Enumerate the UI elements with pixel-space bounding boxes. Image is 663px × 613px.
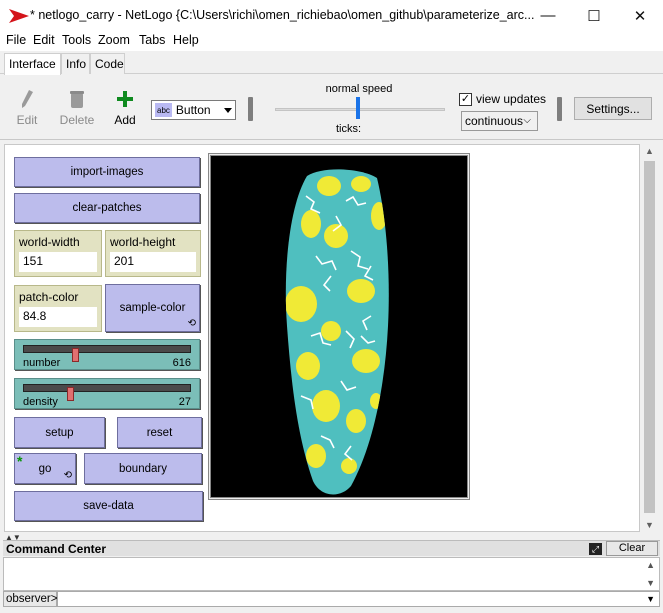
patch-color-label: patch-color	[19, 290, 79, 304]
speed-label: normal speed	[325, 83, 393, 95]
tab-strip: Interface Info Code	[0, 53, 663, 75]
import-images-button[interactable]: import-images	[14, 157, 200, 187]
boundary-label: boundary	[119, 462, 167, 475]
number-slider[interactable]: number 616	[14, 339, 200, 370]
toolbar-separator	[248, 97, 253, 121]
toolbar-separator	[557, 97, 562, 121]
density-slider[interactable]: density 27	[14, 378, 200, 409]
interface-toolbar: Edit Delete Add abc Button normal speed …	[0, 75, 663, 140]
go-button[interactable]: * go ⟲	[14, 453, 76, 484]
number-slider-track[interactable]	[23, 345, 191, 362]
caret-down-icon	[224, 108, 232, 113]
command-output-area[interactable]: ▲ ▼	[3, 557, 660, 591]
command-center-header: Command Center ⤢ Clear	[3, 540, 660, 556]
add-label: Add	[114, 113, 136, 127]
scroll-up-icon[interactable]: ▲	[646, 560, 655, 570]
tab-code[interactable]: Code	[90, 53, 125, 74]
speed-slider-track[interactable]	[275, 108, 445, 111]
world-width-input[interactable]: world-width 151	[14, 230, 102, 277]
update-mode-value: continuous	[465, 114, 524, 128]
number-slider-value: 616	[172, 357, 191, 369]
reset-label: reset	[146, 426, 173, 439]
speed-slider-thumb[interactable]	[356, 97, 360, 119]
reset-button[interactable]: reset	[117, 417, 202, 448]
update-mode-select[interactable]: continuous ⌵	[461, 111, 538, 131]
world-height-label: world-height	[110, 235, 176, 249]
close-button[interactable]: ✕	[617, 0, 663, 31]
forever-icon: ⟲	[63, 470, 72, 481]
trash-icon	[57, 89, 97, 109]
menu-bar: File Edit Tools Zoom Tabs Help	[0, 31, 663, 51]
widget-type-select[interactable]: abc Button	[151, 100, 236, 120]
command-input-row: observer> ▼	[3, 591, 660, 607]
clear-patches-label: clear-patches	[72, 202, 142, 214]
world-width-label: world-width	[19, 235, 80, 249]
workspace-scrollbar[interactable]: ▲ ▼	[641, 144, 658, 532]
density-slider-thumb[interactable]	[67, 387, 74, 401]
setup-label: setup	[45, 426, 74, 439]
delete-button[interactable]: Delete	[57, 89, 97, 127]
window-title: * netlogo_carry - NetLogo {C:\Users\rich…	[30, 8, 535, 22]
sample-color-button[interactable]: sample-color ⟲	[105, 284, 200, 332]
patch-color-field[interactable]: 84.8	[19, 307, 97, 327]
menu-file[interactable]: File	[6, 33, 26, 47]
scrollbar-thumb[interactable]	[644, 161, 655, 513]
pencil-icon	[7, 89, 47, 109]
title-bar: * netlogo_carry - NetLogo {C:\Users\rich…	[0, 0, 663, 31]
command-center-title: Command Center	[6, 542, 107, 556]
delete-label: Delete	[59, 113, 95, 127]
button-widget-icon: abc	[155, 103, 172, 117]
forever-icon: ⟲	[187, 318, 196, 329]
menu-tools[interactable]: Tools	[62, 33, 91, 47]
tab-interface[interactable]: Interface	[4, 53, 61, 75]
menu-zoom[interactable]: Zoom	[98, 33, 130, 47]
patch-color-input[interactable]: patch-color 84.8	[14, 285, 102, 332]
expand-icon[interactable]: ⤢	[589, 543, 602, 555]
menu-help[interactable]: Help	[173, 33, 199, 47]
chevron-down-icon: ⌵	[523, 115, 531, 126]
netlogo-logo-icon	[9, 9, 29, 23]
number-slider-thumb[interactable]	[72, 348, 79, 362]
density-slider-label: density	[23, 396, 58, 408]
chevron-down-icon[interactable]: ▼	[646, 594, 655, 604]
world-view-canvas	[285, 169, 389, 495]
save-data-label: save-data	[83, 500, 134, 512]
ticks-label: ticks:	[336, 123, 362, 135]
world-view[interactable]	[210, 155, 468, 498]
clear-patches-button[interactable]: clear-patches	[14, 193, 200, 223]
command-input[interactable]: ▼	[57, 591, 660, 607]
number-slider-label: number	[23, 357, 61, 369]
settings-button[interactable]: Settings...	[574, 97, 652, 120]
world-height-input[interactable]: world-height 201	[105, 230, 201, 277]
scroll-down-icon[interactable]: ▼	[646, 578, 655, 588]
scroll-down-icon[interactable]: ▼	[645, 520, 654, 530]
add-button[interactable]: Add	[105, 89, 145, 127]
density-slider-track[interactable]	[23, 384, 191, 401]
plus-icon	[105, 89, 145, 109]
view-updates-checkbox[interactable]: ✓	[459, 93, 472, 106]
menu-tabs[interactable]: Tabs	[139, 33, 165, 47]
edit-label: Edit	[16, 113, 38, 127]
widget-type-label: Button	[175, 103, 211, 117]
save-data-button[interactable]: save-data	[14, 491, 203, 521]
maximize-button[interactable]: ☐	[571, 0, 617, 31]
scroll-up-icon[interactable]: ▲	[645, 146, 654, 156]
observer-select[interactable]: observer>	[3, 591, 57, 607]
view-updates-label: view updates	[476, 92, 547, 106]
menu-edit[interactable]: Edit	[33, 33, 55, 47]
density-slider-value: 27	[178, 396, 191, 408]
tab-info[interactable]: Info	[61, 53, 90, 74]
boundary-button[interactable]: boundary	[84, 453, 202, 484]
clear-button[interactable]: Clear	[606, 541, 658, 556]
world-width-field[interactable]: 151	[19, 252, 97, 272]
setup-button[interactable]: setup	[14, 417, 105, 448]
minimize-button[interactable]: —	[525, 0, 571, 31]
import-images-label: import-images	[70, 166, 144, 178]
world-height-field[interactable]: 201	[110, 252, 196, 272]
edit-button[interactable]: Edit	[7, 89, 47, 127]
sample-color-label: sample-color	[119, 302, 186, 314]
